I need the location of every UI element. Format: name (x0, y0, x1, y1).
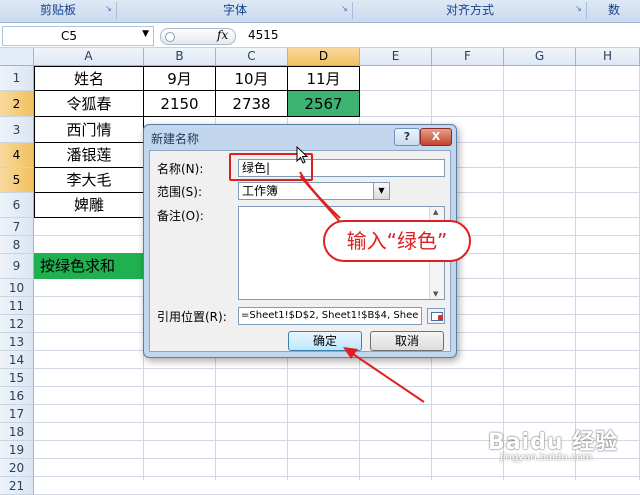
callout-pointer (299, 171, 341, 223)
annotation-arrows (299, 171, 425, 403)
watermark-url: jingyan.baidu.com (500, 452, 593, 463)
callout-bubble: 输入“绿色” (323, 220, 471, 262)
arrow-line (349, 351, 425, 403)
mouse-cursor-icon (296, 146, 309, 164)
arrow-head-icon (343, 347, 358, 359)
